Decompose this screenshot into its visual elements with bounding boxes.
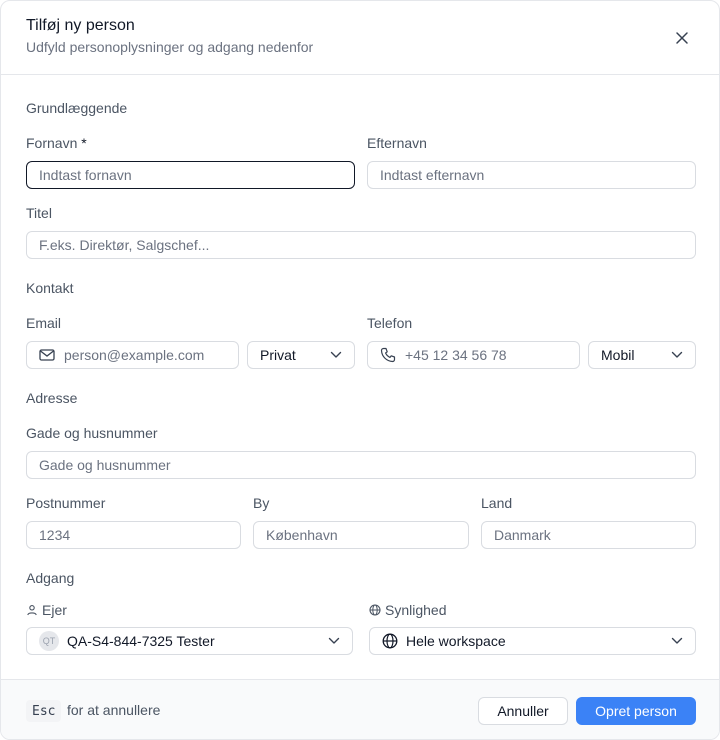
email-label: Email — [26, 315, 62, 331]
phone-input[interactable]: +45 12 34 56 78 — [367, 341, 580, 369]
chevron-down-icon — [330, 351, 342, 358]
first-name-placeholder: Indtast fornavn — [39, 167, 132, 183]
street-placeholder: Gade og husnummer — [39, 457, 171, 473]
owner-value: QA-S4-844-7325 Tester — [67, 633, 215, 649]
city-label: By — [253, 495, 270, 511]
required-mark: * — [81, 135, 87, 151]
last-name-label: Efternavn — [367, 135, 427, 151]
country-label: Land — [481, 495, 513, 511]
chevron-down-icon — [671, 351, 683, 358]
email-type-value: Privat — [260, 347, 296, 363]
owner-label: Ejer — [26, 602, 67, 618]
avatar: QT — [39, 631, 59, 651]
esc-key-hint: Esc — [26, 700, 62, 722]
chevron-down-icon — [671, 637, 683, 644]
street-label: Gade og husnummer — [26, 425, 158, 441]
dialog-subtitle: Udfyld personoplysninger og adgang neden… — [26, 39, 314, 55]
chevron-down-icon — [328, 637, 340, 644]
owner-select[interactable]: QT QA-S4-844-7325 Tester — [26, 627, 353, 655]
country-placeholder: Danmark — [494, 527, 551, 543]
phone-type-select[interactable]: Mobil — [588, 341, 696, 369]
first-name-input[interactable]: Indtast fornavn — [26, 161, 355, 189]
email-input[interactable]: person@example.com — [26, 341, 239, 369]
dialog-footer: Esc for at annullere Annuller Opret pers… — [1, 679, 719, 739]
owner-label-text: Ejer — [42, 602, 67, 618]
cancel-hint-text: for at annullere — [67, 702, 161, 718]
first-name-label-text: Fornavn — [26, 135, 78, 151]
email-placeholder: person@example.com — [64, 347, 205, 363]
last-name-placeholder: Indtast efternavn — [380, 167, 485, 183]
dialog-header: Tilføj ny person Udfyld personoplysninge… — [1, 1, 719, 75]
visibility-label: Synlighed — [369, 602, 447, 618]
visibility-label-text: Synlighed — [385, 602, 447, 618]
first-name-label: Fornavn * — [26, 135, 87, 151]
create-person-button[interactable]: Opret person — [576, 697, 696, 725]
close-icon — [676, 32, 688, 44]
city-placeholder: København — [266, 527, 338, 543]
phone-label: Telefon — [367, 315, 413, 331]
section-address-heading: Adresse — [26, 390, 78, 406]
mail-icon — [39, 348, 55, 362]
visibility-select[interactable]: Hele workspace — [369, 627, 696, 655]
email-type-select[interactable]: Privat — [247, 341, 355, 369]
phone-placeholder: +45 12 34 56 78 — [405, 347, 507, 363]
close-button[interactable] — [670, 26, 694, 50]
country-input[interactable]: Danmark — [481, 521, 696, 549]
cancel-button[interactable]: Annuller — [478, 697, 568, 725]
dialog-title: Tilføj ny person — [26, 17, 135, 34]
section-contact-heading: Kontakt — [26, 280, 74, 296]
section-basics-heading: Grundlæggende — [26, 100, 128, 116]
visibility-value: Hele workspace — [406, 633, 506, 649]
phone-icon — [380, 347, 396, 363]
add-person-dialog: Tilføj ny person Udfyld personoplysninge… — [0, 0, 720, 740]
globe-icon — [369, 604, 381, 616]
title-label: Titel — [26, 205, 52, 221]
user-icon — [27, 605, 37, 616]
title-input[interactable]: F.eks. Direktør, Salgschef... — [26, 231, 696, 259]
postal-placeholder: 1234 — [39, 527, 71, 543]
postal-input[interactable]: 1234 — [26, 521, 241, 549]
phone-type-value: Mobil — [601, 347, 635, 363]
title-placeholder: F.eks. Direktør, Salgschef... — [39, 237, 210, 253]
city-input[interactable]: København — [253, 521, 469, 549]
section-access-heading: Adgang — [26, 570, 75, 586]
last-name-input[interactable]: Indtast efternavn — [367, 161, 696, 189]
globe-icon — [382, 633, 398, 649]
postal-label: Postnummer — [26, 495, 106, 511]
street-input[interactable]: Gade og husnummer — [26, 451, 696, 479]
